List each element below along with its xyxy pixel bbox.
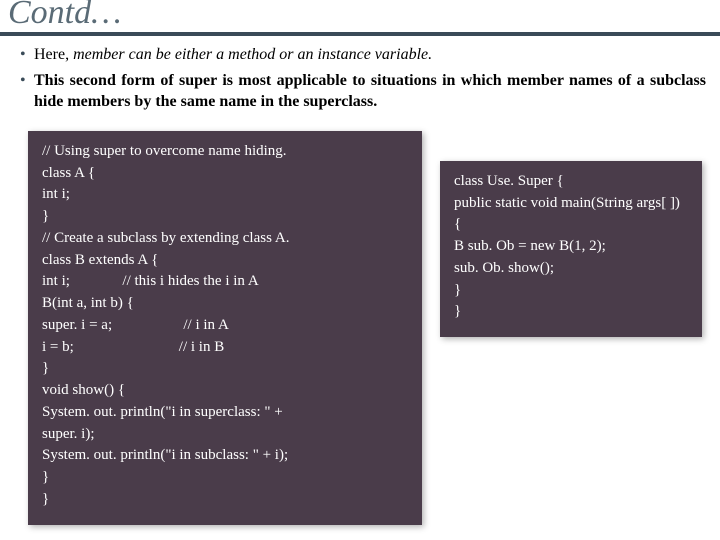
bullet-1-pre: Here, [34, 46, 73, 63]
bullet-2-text: This second form of super is most applic… [34, 72, 706, 111]
slide: { "title": "Contd…", "bullets": { "b1_pr… [0, 0, 720, 536]
code-box-left: // Using super to overcome name hiding. … [28, 131, 422, 525]
code-row: // Using super to overcome name hiding. … [0, 117, 720, 525]
bullet-1-em: member can be either a method or an inst… [73, 46, 432, 63]
title-rule [0, 32, 720, 36]
slide-title: Contd… [0, 0, 720, 30]
bullet-list: Here, member can be either a method or a… [0, 44, 720, 113]
code-box-right: class Use. Super { public static void ma… [440, 161, 702, 337]
bullet-1: Here, member can be either a method or a… [20, 44, 706, 66]
bullet-2: This second form of super is most applic… [20, 70, 706, 113]
